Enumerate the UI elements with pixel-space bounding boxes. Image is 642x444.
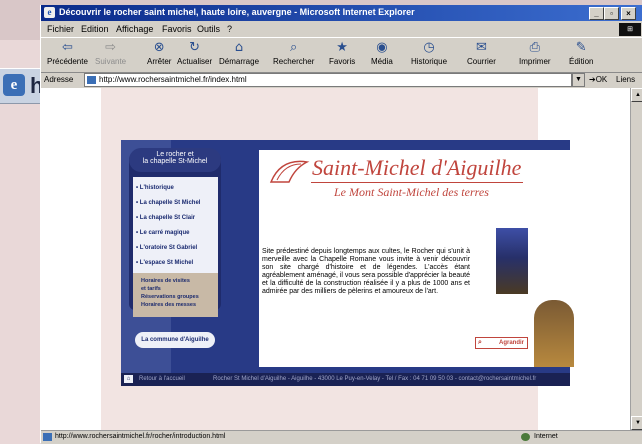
- menu-favoris[interactable]: Favoris: [162, 24, 192, 34]
- favorites-icon: ★: [336, 40, 348, 55]
- title-divider: [311, 182, 523, 183]
- go-button[interactable]: ➔OK: [589, 75, 607, 84]
- main-panel: Saint-Michel d'Aiguilhe Le Mont Saint-Mi…: [259, 150, 574, 367]
- nav-reservations[interactable]: Réservations groupes: [141, 294, 199, 300]
- print-button[interactable]: ⎙ Imprimer: [519, 40, 551, 67]
- rock-chapel-image: [534, 300, 574, 367]
- status-bar: http://www.rochersaintmichel.fr/rocher/i…: [41, 430, 642, 444]
- stop-button[interactable]: ⊗ Arrêter: [147, 40, 171, 67]
- page-icon: [87, 76, 96, 84]
- refresh-button[interactable]: ↻ Actualiser: [177, 40, 212, 67]
- site-description: Site prédestiné depuis longtemps aux cul…: [262, 248, 470, 295]
- history-button[interactable]: ◷ Historique: [411, 40, 447, 67]
- ie-logo-icon: e: [3, 74, 25, 96]
- back-arrow-icon: ⇦: [62, 40, 73, 55]
- edit-button[interactable]: ✎ Édition: [569, 40, 593, 67]
- history-icon: ◷: [423, 40, 435, 55]
- footer-contact-text: Rocher St Michel d'Aiguilhe - Aiguilhe -…: [213, 376, 537, 382]
- nav-list: L'historique La chapelle St Michel La ch…: [133, 177, 218, 273]
- title-bar: e Découvrir le rocher saint michel, haut…: [41, 5, 642, 21]
- edit-icon: ✎: [575, 40, 587, 55]
- address-label: Adresse: [44, 75, 74, 84]
- website-frame: Le rocher et la chapelle St-Michel L'his…: [121, 140, 574, 386]
- nav-horaires-messes[interactable]: Horaires des messes: [141, 302, 196, 308]
- windows-logo-icon: ⊞: [619, 23, 641, 36]
- mail-button[interactable]: ✉ Courrier: [467, 40, 496, 67]
- close-button[interactable]: ×: [621, 7, 636, 20]
- ie-title-icon: e: [44, 7, 55, 18]
- mail-icon: ✉: [476, 40, 487, 55]
- nav-header-line-1: Le rocher et: [156, 151, 194, 158]
- rocher-photo: [496, 228, 528, 294]
- agrandir-button[interactable]: ⌕ Agrandir: [475, 337, 528, 349]
- maximize-button[interactable]: ▫: [604, 7, 619, 20]
- status-page-icon: [43, 433, 52, 441]
- site-footer: ⌂ Retour à l'accueil Rocher St Michel d'…: [121, 373, 570, 386]
- shell-logo-icon: [269, 160, 310, 183]
- menu-affichage[interactable]: Affichage: [116, 24, 153, 34]
- minimize-button[interactable]: _: [589, 7, 604, 20]
- forward-button[interactable]: ⇨ Suivante: [95, 40, 126, 67]
- window-title: Découvrir le rocher saint michel, haute …: [59, 7, 415, 17]
- search-icon: ⌕: [290, 40, 298, 55]
- nav-header-line-2: la chapelle St-Michel: [142, 158, 208, 165]
- nav-info-box: Horaires de visites et tarifs Réservatio…: [133, 273, 218, 317]
- commune-button[interactable]: La commune d'Aiguilhe: [135, 332, 215, 348]
- status-url: http://www.rochersaintmichel.fr/rocher/i…: [55, 433, 226, 440]
- address-text: http://www.rochersaintmichel.fr/index.ht…: [99, 75, 247, 84]
- forward-arrow-icon: ⇨: [105, 40, 117, 55]
- media-button[interactable]: ◉ Média: [371, 40, 393, 67]
- back-button[interactable]: ⇦ Précédente: [47, 40, 88, 67]
- menu-edition[interactable]: Edition: [81, 24, 109, 34]
- site-subtitle: Le Mont Saint-Michel des terres: [334, 185, 489, 199]
- search-button[interactable]: ⌕ Rechercher: [273, 40, 314, 67]
- nav-item-chapelle-st-michel[interactable]: La chapelle St Michel: [136, 200, 201, 206]
- site-title: Saint-Michel d'Aiguilhe: [312, 155, 522, 180]
- menu-fichier[interactable]: Fichier: [47, 24, 74, 34]
- toolbar: ⇦ Précédente ⇨ Suivante ⊗ Arrêter ↻ Actualis…: [41, 37, 642, 73]
- address-input[interactable]: http://www.rochersaintmichel.fr/index.ht…: [84, 73, 572, 87]
- links-button[interactable]: Liens: [616, 75, 635, 84]
- nav-item-chapelle-st-clair[interactable]: La chapelle St Clair: [136, 215, 195, 221]
- page-content: Le rocher et la chapelle St-Michel L'his…: [41, 88, 630, 430]
- stop-icon: ⊗: [153, 40, 165, 55]
- vertical-scrollbar[interactable]: ▲ ▼: [630, 88, 642, 430]
- media-icon: ◉: [376, 40, 388, 55]
- print-icon: ⎙: [529, 40, 540, 55]
- nav-item-carre-magique[interactable]: Le carré magique: [136, 230, 190, 236]
- magnifier-icon: ⌕: [478, 339, 482, 346]
- status-zone: Internet: [534, 433, 558, 440]
- nav-item-oratoire[interactable]: L'oratoire St Gabriel: [136, 245, 197, 251]
- scroll-down-arrow-icon[interactable]: ▼: [631, 416, 642, 430]
- menu-bar: Fichier Edition Affichage Favoris Outils…: [41, 22, 642, 36]
- menu-outils[interactable]: Outils: [197, 24, 220, 34]
- nav-item-historique[interactable]: L'historique: [136, 185, 174, 191]
- address-dropdown-button[interactable]: ▼: [572, 73, 585, 87]
- go-arrow-icon: ➔: [589, 75, 596, 84]
- menu-help[interactable]: ?: [227, 24, 232, 34]
- nav-tarifs[interactable]: et tarifs: [141, 286, 161, 292]
- home-icon: ⌂: [234, 40, 244, 55]
- nav-header: Le rocher et la chapelle St-Michel: [129, 148, 221, 172]
- home-button[interactable]: ⌂ Démarrage: [219, 40, 259, 67]
- refresh-icon: ↻: [189, 40, 201, 55]
- home-small-icon: ⌂: [124, 375, 133, 383]
- browser-window: e Découvrir le rocher saint michel, haut…: [40, 5, 642, 444]
- internet-zone-icon: [521, 433, 530, 441]
- address-bar: Adresse http://www.rochersaintmichel.fr/…: [41, 72, 642, 87]
- nav-item-espace[interactable]: L'espace St Michel: [136, 260, 193, 266]
- favorites-button[interactable]: ★ Favoris: [329, 40, 355, 67]
- footer-home-link[interactable]: Retour à l'accueil: [139, 376, 185, 382]
- scroll-up-arrow-icon[interactable]: ▲: [631, 88, 642, 102]
- nav-horaires-visites[interactable]: Horaires de visites: [141, 278, 190, 284]
